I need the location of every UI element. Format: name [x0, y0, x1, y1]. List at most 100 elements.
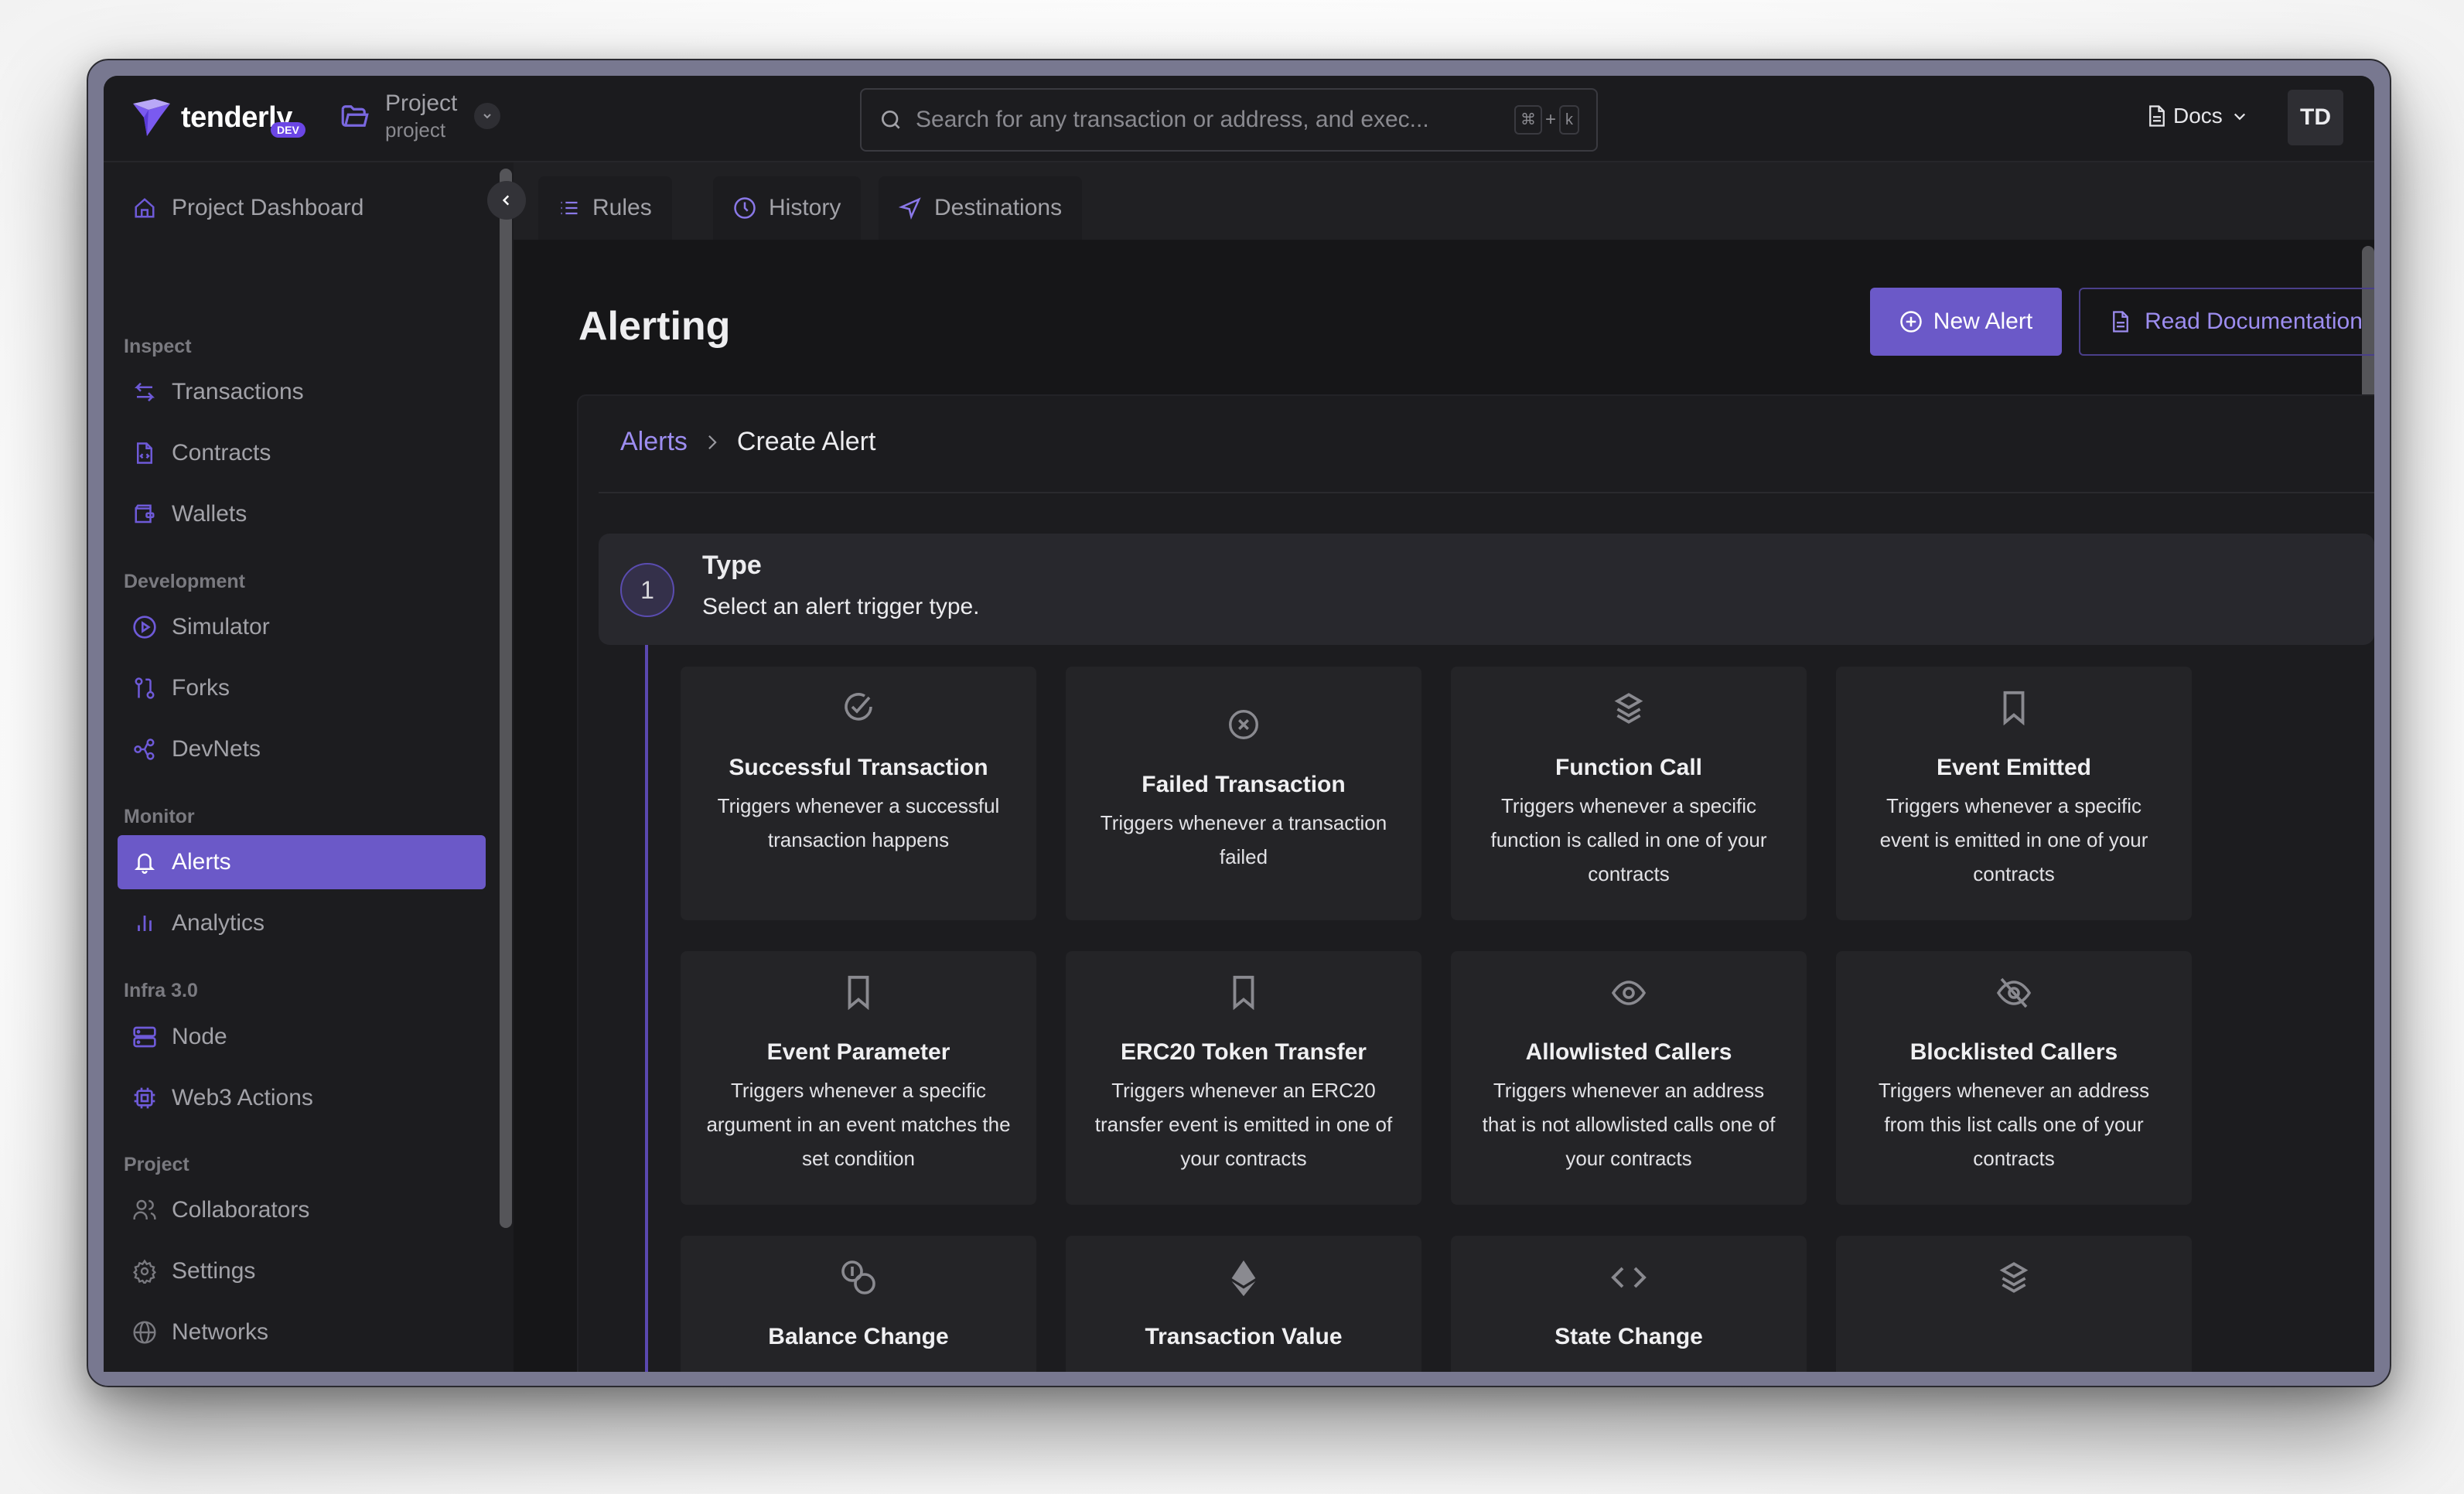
breadcrumb-alerts-link[interactable]: Alerts	[620, 427, 688, 457]
sidebar-item-analytics[interactable]: Analytics	[118, 896, 486, 950]
sidebar-item-node[interactable]: Node	[118, 1010, 486, 1064]
alert-type-title: ERC20 Token Transfer	[1121, 1039, 1367, 1065]
x-circle-icon	[1066, 707, 1421, 742]
section-development: Development	[124, 571, 245, 592]
sidebar-item-project-dashboard[interactable]: Project Dashboard	[118, 181, 486, 235]
alert-type-card[interactable]	[1836, 1236, 2192, 1372]
breadcrumb: Alerts Create Alert	[620, 427, 875, 457]
bell-icon	[131, 849, 158, 875]
alert-type-title: Failed Transaction	[1142, 772, 1346, 797]
code-brackets-icon	[1451, 1259, 1807, 1296]
document-icon	[2113, 311, 2128, 333]
alert-type-description: Triggers whenever a successful transacti…	[717, 794, 1000, 851]
step-subtitle: Select an alert trigger type.	[702, 594, 980, 619]
alert-type-card[interactable]: ERC20 Token Transfer Triggers whenever an…	[1066, 951, 1421, 1205]
ethereum-icon	[1066, 1259, 1421, 1298]
users-icon	[131, 1197, 158, 1223]
alert-type-card[interactable]: Failed Transaction Triggers whenever a tr…	[1066, 667, 1421, 920]
document-icon	[2149, 105, 2165, 127]
section-project: Project	[124, 1154, 189, 1175]
tenderly-logo-icon	[133, 99, 170, 136]
sidebar-item-wallets[interactable]: Wallets	[118, 487, 486, 541]
alert-type-title: Function Call	[1555, 755, 1702, 780]
coins-icon	[681, 1259, 1036, 1296]
tab-rules[interactable]: Rules	[538, 176, 672, 240]
network-nodes-icon	[131, 736, 158, 762]
alert-type-card[interactable]: Balance Change	[681, 1236, 1036, 1372]
alert-type-description: Triggers whenever a specific function is…	[1490, 794, 1767, 885]
sidebar: Project Dashboard Inspect Transactions C…	[104, 162, 526, 1372]
app-window: tenderly DEV Project project ⌘ + k Docs	[87, 59, 2391, 1387]
globe-icon	[131, 1319, 158, 1346]
alert-type-title: State Change	[1555, 1324, 1703, 1349]
docs-dropdown[interactable]: Docs	[2147, 104, 2254, 128]
divider	[599, 492, 2374, 493]
search-icon	[882, 111, 900, 129]
chevron-down-icon	[483, 114, 492, 119]
step-type-header: 1 Type Select an alert trigger type.	[599, 534, 2374, 645]
alert-type-card[interactable]: Event Parameter Triggers whenever a speci…	[681, 951, 1036, 1205]
alert-type-title: Event Emitted	[1936, 755, 2092, 780]
alert-type-card[interactable]: Function Call Triggers whenever a specifi…	[1451, 667, 1807, 920]
bookmark-icon	[1836, 690, 2192, 725]
tabs-bar: Rules History Destinations	[514, 162, 2374, 240]
sidebar-item-simulator[interactable]: Simulator	[118, 600, 486, 654]
alert-type-title: Event Parameter	[766, 1039, 950, 1065]
sidebar-item-alerts[interactable]: Alerts	[118, 835, 486, 889]
alert-type-description: Triggers whenever a transaction failed	[1100, 811, 1387, 868]
docs-label: Docs	[2173, 104, 2223, 128]
page-title: Alerting	[578, 304, 731, 349]
tab-history[interactable]: History	[713, 176, 862, 240]
alert-type-card[interactable]: State Change	[1451, 1236, 1807, 1372]
sidebar-item-collaborators[interactable]: Collaborators	[118, 1183, 486, 1237]
folder-icon	[341, 105, 369, 127]
sidebar-scrollbar[interactable]	[500, 169, 512, 1228]
sidebar-item-web3-actions[interactable]: Web3 Actions	[118, 1071, 486, 1125]
layers-icon	[1836, 1259, 2192, 1298]
gear-icon	[131, 1258, 158, 1284]
search-input[interactable]	[916, 107, 1514, 133]
global-search[interactable]: ⌘ + k	[860, 88, 1598, 152]
step-title: Type	[702, 551, 762, 580]
user-avatar[interactable]: TD	[2288, 90, 2343, 145]
git-fork-icon	[131, 675, 158, 701]
alert-type-title: Balance Change	[768, 1324, 949, 1349]
chevron-down-icon	[2234, 113, 2245, 121]
send-icon	[899, 197, 921, 220]
alert-type-title: Blocklisted Callers	[1909, 1039, 2118, 1065]
project-switcher[interactable]: Project project	[339, 90, 501, 142]
check-circle-icon	[681, 690, 1036, 727]
sidebar-item-contracts[interactable]: Contracts	[118, 426, 486, 480]
alert-type-card[interactable]: Successful Transaction Triggers whenever …	[681, 667, 1036, 920]
eye-icon	[1451, 974, 1807, 1011]
sidebar-item-forks[interactable]: Forks	[118, 661, 486, 715]
new-alert-button[interactable]: New Alert	[1870, 288, 2062, 356]
alert-type-title: Allowlisted Callers	[1525, 1039, 1732, 1065]
alert-type-card[interactable]: Blocklisted Callers Triggers whenever an …	[1836, 951, 2192, 1205]
clock-icon	[734, 197, 756, 219]
breadcrumb-current: Create Alert	[736, 427, 876, 456]
bar-chart-icon	[131, 910, 158, 936]
collapse-sidebar-button[interactable]	[487, 181, 526, 220]
sidebar-item-transactions[interactable]: Transactions	[118, 365, 486, 419]
main-content: Rules History Destinations Alerting New …	[514, 162, 2374, 1372]
sidebar-item-networks[interactable]: Networks	[118, 1305, 486, 1359]
shortcut-key-cmd: ⌘	[1514, 105, 1542, 135]
sidebar-item-devnets[interactable]: DevNets	[118, 722, 486, 776]
tab-destinations[interactable]: Destinations	[879, 176, 1083, 240]
sidebar-item-settings[interactable]: Settings	[118, 1244, 486, 1298]
alert-type-card[interactable]: Event Emitted Triggers whenever a specifi…	[1836, 667, 2192, 920]
plus-circle-icon	[1900, 311, 1922, 333]
cpu-chip-icon	[131, 1085, 158, 1111]
alert-type-card[interactable]: Transaction Value	[1066, 1236, 1421, 1372]
project-slug: project	[385, 118, 446, 142]
alert-type-card[interactable]: Allowlisted Callers Triggers whenever an …	[1451, 951, 1807, 1205]
section-monitor: Monitor	[124, 806, 195, 827]
create-alert-panel: Alerts Create Alert 1 Type Select an ale…	[577, 394, 2374, 1372]
alert-type-description: Triggers whenever an address from this l…	[1878, 1079, 2150, 1170]
section-infra: Infra 3.0	[124, 980, 198, 1001]
read-documentation-button[interactable]: Read Documentation	[2079, 288, 2374, 356]
alert-type-description: Triggers whenever an address that is not…	[1482, 1079, 1776, 1170]
tenderly-logo[interactable]: tenderly	[131, 97, 292, 138]
project-dropdown-button[interactable]	[474, 103, 501, 129]
